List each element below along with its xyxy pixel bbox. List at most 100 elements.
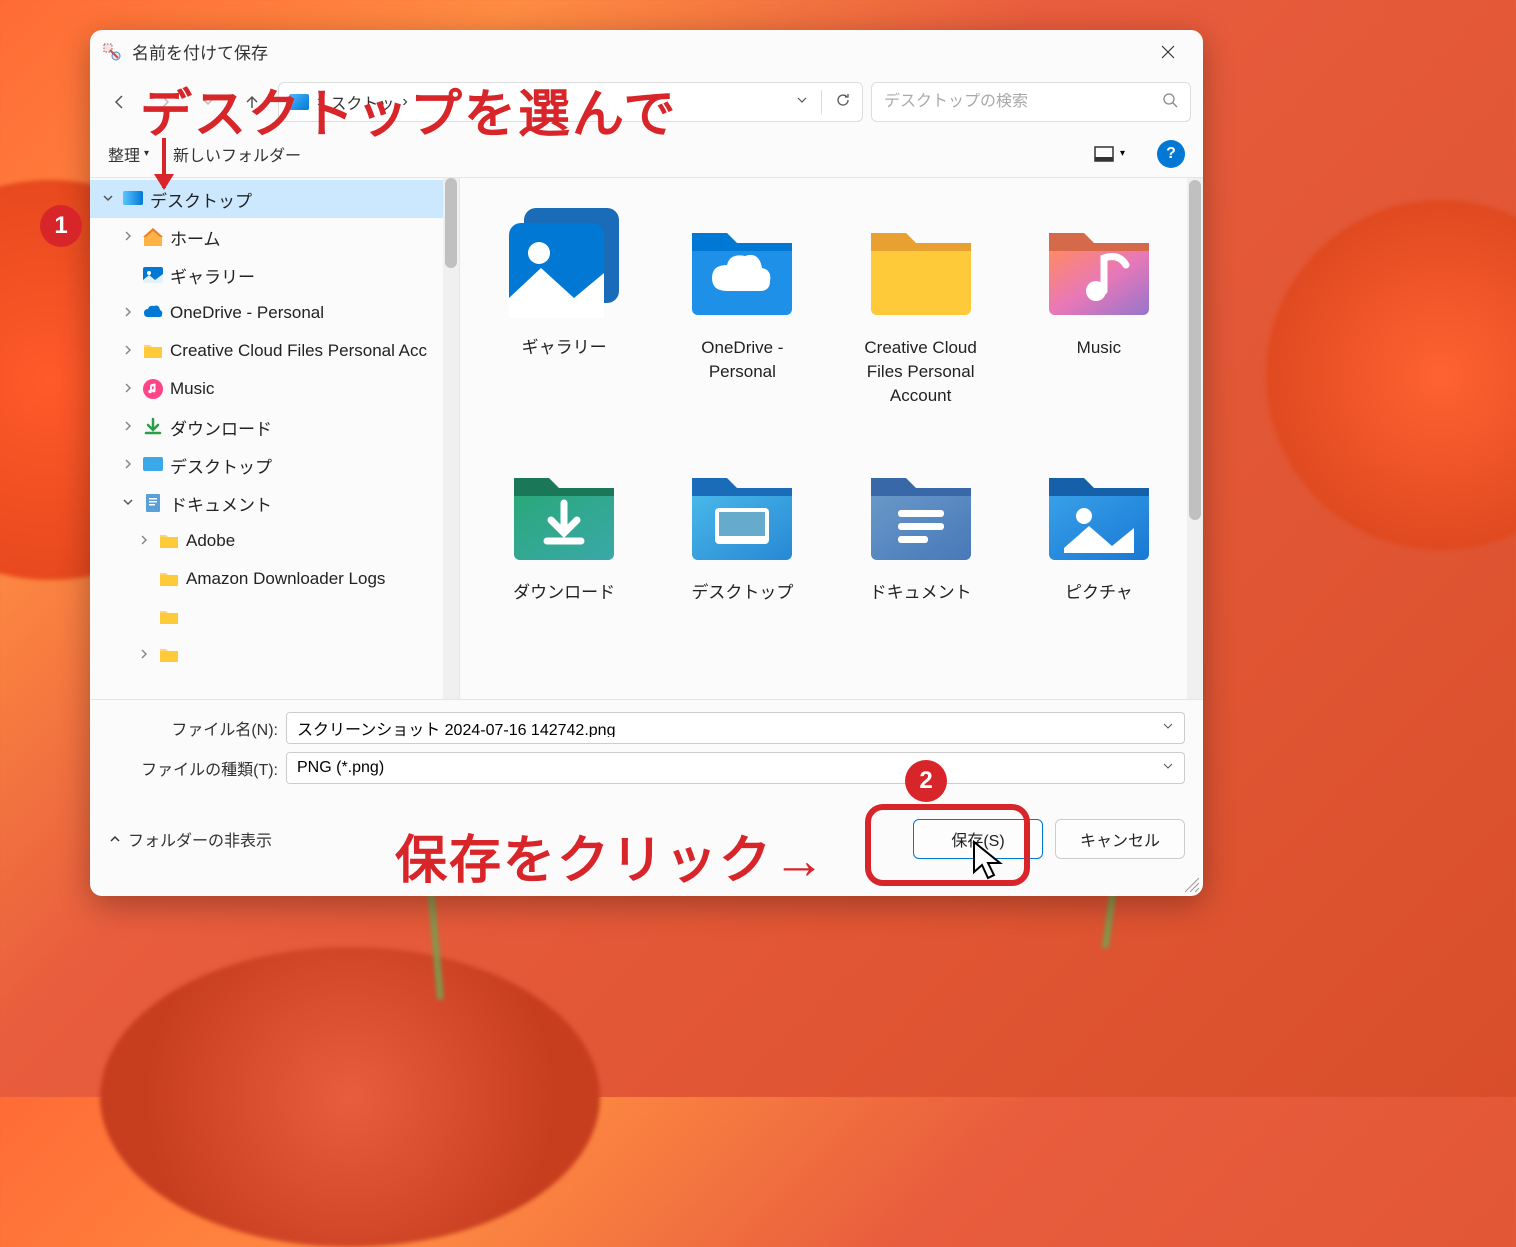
tree-item[interactable]: デスクトップ [90,180,459,218]
tree-item-label: ホーム [170,225,221,250]
tree-item-label: デスクトップ [150,187,252,212]
toolbar: 整理▾ 新しいフォルダー ▾ ? [90,130,1203,178]
tree-item[interactable]: ホーム [90,218,459,256]
tree-item[interactable] [90,636,459,674]
tree-item[interactable]: Amazon Downloader Logs [90,560,459,598]
file-item[interactable]: ピクチャ [1015,435,1183,637]
desktop-icon [122,188,144,210]
tree-scrollbar[interactable] [443,178,459,699]
file-item[interactable]: ダウンロード [480,435,648,637]
folder-tree[interactable]: デスクトップホームギャラリーOneDrive - PersonalCreativ… [90,178,460,699]
chevron-icon[interactable] [136,648,152,663]
file-item[interactable]: ギャラリー [480,190,648,415]
annotation-arrow-icon [162,138,166,188]
gallery-icon [142,264,164,286]
tree-item-label: Music [170,379,214,399]
file-item[interactable]: Creative Cloud Files Personal Account [837,190,1005,415]
tree-item-label: Adobe [186,531,235,551]
refresh-button[interactable] [834,91,852,114]
search-input[interactable] [884,93,1162,111]
app-icon [102,42,122,62]
tree-item-label: OneDrive - Personal [170,303,324,323]
hide-folders-button[interactable]: フォルダーの非表示 [108,827,272,851]
content-area: デスクトップホームギャラリーOneDrive - PersonalCreativ… [90,178,1203,699]
chevron-icon[interactable] [120,306,136,321]
tree-item[interactable] [90,598,459,636]
tree-item-label: ダウンロード [170,415,272,440]
tree-item[interactable]: デスクトップ [90,446,459,484]
desktop-sm-icon [142,454,164,476]
file-item-label: OneDrive - Personal [666,336,818,384]
tree-item[interactable]: ダウンロード [90,408,459,446]
desktop-icon [672,443,812,573]
chevron-icon[interactable] [136,534,152,549]
music-icon [1029,198,1169,328]
chevron-icon[interactable] [120,230,136,245]
forward-button[interactable] [146,84,182,120]
resize-grip[interactable] [1185,878,1199,892]
filetype-label: ファイルの種類(T): [108,756,278,780]
close-button[interactable] [1145,36,1191,68]
organize-button[interactable]: 整理▾ [108,142,149,166]
file-item[interactable]: デスクトップ [658,435,826,637]
chevron-icon[interactable] [120,496,136,511]
tree-item-label: ギャラリー [170,263,255,288]
file-item-label: Music [1077,336,1121,384]
folder-icon [158,606,180,628]
navigation-bar: › スクトッ › [90,74,1203,130]
download-icon [142,416,164,438]
tree-item[interactable]: Music [90,370,459,408]
chevron-down-icon[interactable] [1162,719,1174,737]
file-item[interactable]: OneDrive - Personal [658,190,826,415]
file-item[interactable]: Music [1015,190,1183,415]
breadcrumb-sep: › [402,93,407,111]
filename-combobox[interactable] [286,712,1185,744]
filename-input[interactable] [297,719,1162,737]
gallery-icon [494,198,634,328]
filename-label: ファイル名(N): [108,716,278,740]
tree-item[interactable]: ギャラリー [90,256,459,294]
breadcrumb-sep: › [317,93,322,111]
file-item-label: ドキュメント [870,581,972,629]
up-button[interactable] [234,84,270,120]
tree-item[interactable]: Adobe [90,522,459,560]
cancel-button[interactable]: キャンセル [1055,819,1185,859]
folder-icon [158,530,180,552]
pictures-icon [1029,443,1169,573]
new-folder-button[interactable]: 新しいフォルダー [173,142,301,166]
filetype-combobox[interactable]: PNG (*.png) [286,752,1185,784]
chevron-icon[interactable] [120,344,136,359]
chevron-icon[interactable] [120,382,136,397]
recent-button[interactable] [190,84,226,120]
files-scrollbar[interactable] [1187,178,1203,699]
back-button[interactable] [102,84,138,120]
chevron-down-icon[interactable] [795,93,809,112]
search-icon[interactable] [1162,92,1178,113]
chevron-icon[interactable] [120,420,136,435]
breadcrumb-current[interactable]: スクトッ [330,90,394,114]
titlebar: 名前を付けて保存 [90,30,1203,74]
file-item-label: Creative Cloud Files Personal Account [845,336,997,407]
file-item-label: ギャラリー [522,336,607,384]
search-box[interactable] [871,82,1191,122]
folder-icon [158,644,180,666]
chevron-down-icon[interactable] [1162,759,1174,777]
location-icon [289,94,309,110]
tree-item[interactable]: Creative Cloud Files Personal Acc [90,332,459,370]
tree-item-label: ドキュメント [170,491,272,516]
tree-item[interactable]: ドキュメント [90,484,459,522]
file-item[interactable]: ドキュメント [837,435,1005,637]
address-bar[interactable]: › スクトッ › [278,82,863,122]
ccfolder-icon [851,198,991,328]
chevron-icon[interactable] [120,458,136,473]
help-button[interactable]: ? [1157,140,1185,168]
chevron-icon[interactable] [100,192,116,207]
tree-item-label: Creative Cloud Files Personal Acc [170,341,427,361]
download-icon [494,443,634,573]
file-list[interactable]: ギャラリー OneDrive - Personal Creative Cloud F… [460,178,1203,699]
document-icon [142,492,164,514]
window-title: 名前を付けて保存 [132,39,1145,64]
tree-item[interactable]: OneDrive - Personal [90,294,459,332]
tree-item-label: Amazon Downloader Logs [186,569,385,589]
view-options-button[interactable]: ▾ [1086,142,1133,166]
